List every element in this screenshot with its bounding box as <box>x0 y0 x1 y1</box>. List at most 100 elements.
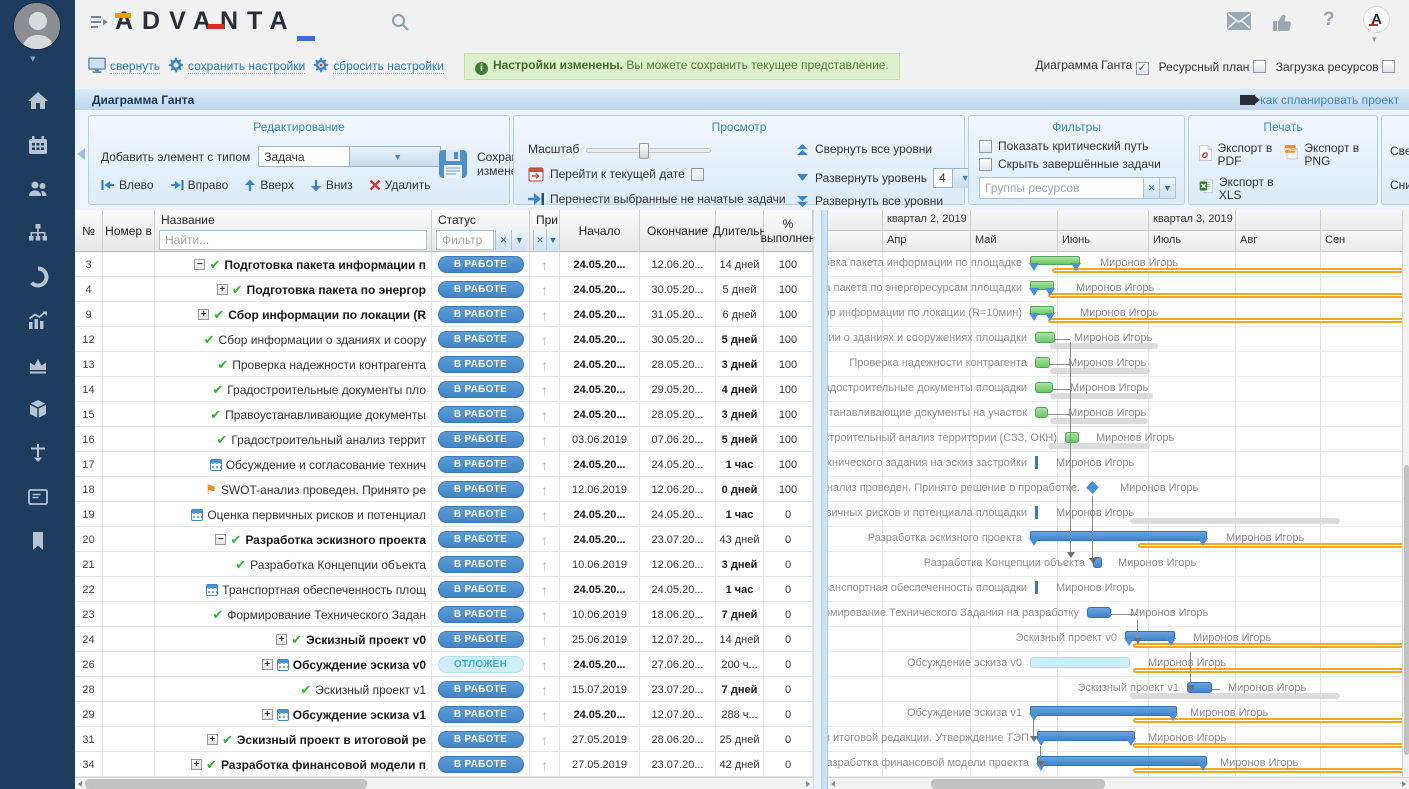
account-avatar[interactable]: A <box>1363 6 1390 33</box>
hide-done-checkbox[interactable] <box>979 158 992 171</box>
resource-load-checkbox[interactable] <box>1382 60 1395 73</box>
status-badge[interactable]: В РАБОТЕ <box>438 581 524 598</box>
gantt-bar[interactable] <box>1035 407 1048 418</box>
thumbs-up-icon[interactable] <box>1272 12 1294 35</box>
table-row[interactable]: 14✔Градостроительные документы плоВ РАБО… <box>75 377 813 402</box>
col-header-name[interactable]: Название Найти... <box>155 210 432 252</box>
slider-thumb[interactable] <box>639 143 649 159</box>
gantt-bar[interactable] <box>1030 657 1130 668</box>
task-name-cell[interactable]: +✔Подготовка пакета по энергор <box>155 277 432 302</box>
status-filter-input[interactable]: Фильтр <box>436 230 494 250</box>
gantt-hscrollbar[interactable] <box>828 777 1409 789</box>
table-row[interactable]: 29+Обсуждение эскиза v1В РАБОТЕ↑24.05.20… <box>75 702 813 727</box>
move-down-button[interactable]: Вниз <box>310 178 353 192</box>
task-name-cell[interactable]: ✔Эскизный проект v1 <box>155 677 432 702</box>
col-header-status[interactable]: Статус Фильтр ✕ ▼ <box>432 210 530 252</box>
table-hscrollbar[interactable] <box>75 777 813 789</box>
gantt-bar[interactable] <box>1037 731 1135 741</box>
task-name-cell[interactable]: ✔Разработка Концепции объекта <box>155 552 432 577</box>
gantt-bar[interactable] <box>1030 531 1207 541</box>
task-name-cell[interactable]: +✔Сбор информации по локации (R <box>155 302 432 327</box>
gantt-scroll-left-icon[interactable] <box>831 781 835 787</box>
col-header-num[interactable]: № <box>75 210 103 252</box>
move-unstarted-tasks-button[interactable]: Перенести выбранные не начатые задачи <box>528 192 786 206</box>
status-badge[interactable]: В РАБОТЕ <box>438 606 524 623</box>
status-badge[interactable]: В РАБОТЕ <box>438 356 524 373</box>
pane-splitter[interactable] <box>821 210 828 789</box>
gantt-bar[interactable] <box>1030 256 1080 265</box>
table-row[interactable]: 17Обсуждение и согласование техничВ РАБО… <box>75 452 813 477</box>
task-name-cell[interactable]: ✔Градостроительные документы пло <box>155 377 432 402</box>
status-badge[interactable]: В РАБОТЕ <box>438 381 524 398</box>
export-png-button[interactable]: PNG Экспорт в PNG <box>1284 142 1369 168</box>
save-settings-link[interactable]: сохранить настройки <box>188 59 305 74</box>
critical-path-checkbox[interactable] <box>979 140 992 153</box>
task-name-cell[interactable]: Оценка первичных рисков и потенциал <box>155 502 432 527</box>
table-row[interactable]: 15✔Правоустанавливающие документыВ РАБОТ… <box>75 402 813 427</box>
resource-groups-input[interactable]: Группы ресурсов ✕▼ <box>979 177 1176 199</box>
advanta-logo[interactable]: ADVANTA <box>115 7 297 36</box>
gantt-bar[interactable] <box>1030 281 1054 290</box>
milestone-pin-icon[interactable] <box>25 440 51 466</box>
gantt-bar[interactable] <box>1035 382 1053 393</box>
status-badge[interactable]: В РАБОТЕ <box>438 556 524 573</box>
collapse-toggle[interactable]: − <box>194 259 205 270</box>
indent-button[interactable]: Вправо <box>170 178 229 192</box>
task-name-cell[interactable]: ✔Формирование Технического Задан <box>155 602 432 627</box>
task-name-cell[interactable]: +✔Эскизный проект в итоговой ре <box>155 727 432 752</box>
filter-chevron-icon[interactable]: ▼ <box>1159 178 1175 198</box>
col-header-duration[interactable]: Длительн <box>716 210 764 252</box>
scroll-left-icon[interactable] <box>78 781 82 787</box>
table-row[interactable]: 26+Обсуждение эскиза v0ОТЛОЖЕН↑24.05.20.… <box>75 652 813 677</box>
menu-hamburger-icon[interactable] <box>89 13 109 34</box>
users-icon[interactable] <box>25 176 51 202</box>
status-badge[interactable]: В РАБОТЕ <box>438 431 524 448</box>
task-name-cell[interactable]: +Обсуждение эскиза v0 <box>155 652 432 677</box>
table-row[interactable]: 16✔Градостроительный анализ территВ РАБО… <box>75 427 813 452</box>
status-badge[interactable]: В РАБОТЕ <box>438 406 524 423</box>
col-header-percent[interactable]: % выполнен <box>764 210 813 252</box>
task-name-cell[interactable]: Транспортная обеспеченность площ <box>155 577 432 602</box>
status-badge[interactable]: В РАБОТЕ <box>438 506 524 523</box>
task-name-cell[interactable]: ✔Градостроительный анализ террит <box>155 427 432 452</box>
table-row[interactable]: 4+✔Подготовка пакета по энергорВ РАБОТЕ↑… <box>75 277 813 302</box>
status-filter-clear-icon[interactable]: ✕ <box>495 230 511 250</box>
delete-button[interactable]: Удалить <box>369 178 431 192</box>
status-badge[interactable]: В РАБОТЕ <box>438 481 524 498</box>
task-name-cell[interactable]: −✔Разработка эскизного проекта <box>155 527 432 552</box>
col-header-priority[interactable]: При ✕ ▼ <box>530 210 560 252</box>
table-row[interactable]: 18⚑SWOT-анализ проведен. Принято реВ РАБ… <box>75 477 813 502</box>
status-badge[interactable]: В РАБОТЕ <box>438 331 524 348</box>
cube-icon[interactable] <box>25 396 51 422</box>
element-type-select[interactable]: Задача▼ <box>258 146 441 167</box>
account-chevron-down-icon[interactable]: ▾ <box>1372 34 1377 45</box>
donut-chart-icon[interactable] <box>25 264 51 290</box>
status-badge[interactable]: В РАБОТЕ <box>438 706 524 723</box>
gantt-bar[interactable] <box>1125 631 1175 641</box>
status-badge[interactable]: В РАБОТЕ <box>438 456 524 473</box>
collapse-toggle[interactable]: − <box>215 534 226 545</box>
col-header-code[interactable]: Номер в <box>103 210 155 252</box>
search-icon[interactable] <box>390 12 410 35</box>
clear-filter-icon[interactable]: ✕ <box>1143 178 1159 198</box>
table-row[interactable]: 13✔Проверка надежности контрагентаВ РАБО… <box>75 352 813 377</box>
bookmark-icon[interactable] <box>25 528 51 554</box>
task-name-cell[interactable]: ✔Правоустанавливающие документы <box>155 402 432 427</box>
card-icon[interactable] <box>25 484 51 510</box>
name-search-input[interactable]: Найти... <box>159 230 427 250</box>
task-name-cell[interactable]: ⚑SWOT-анализ проведен. Принято ре <box>155 477 432 502</box>
expand-all-levels-button[interactable]: Развернуть все уровни <box>796 194 943 208</box>
select-chevron-icon[interactable]: ▼ <box>349 147 440 166</box>
table-row[interactable]: 20−✔Разработка эскизного проектаВ РАБОТЕ… <box>75 527 813 552</box>
org-structure-icon[interactable] <box>25 220 51 246</box>
home-icon[interactable] <box>25 88 51 114</box>
collapse-all-levels-button[interactable]: Свернуть все уровни <box>796 142 932 156</box>
table-scroll-strip[interactable] <box>813 210 821 789</box>
export-xls-button[interactable]: Экспорт в XLS <box>1199 176 1279 202</box>
avatar-chevron-down-icon[interactable]: ▾ <box>30 52 36 65</box>
table-row[interactable]: 19Оценка первичных рисков и потенциалВ Р… <box>75 502 813 527</box>
table-row[interactable]: 23✔Формирование Технического ЗаданВ РАБО… <box>75 602 813 627</box>
gantt-bar[interactable] <box>1035 357 1050 368</box>
expand-toggle[interactable]: + <box>198 309 209 320</box>
table-row[interactable]: 21✔Разработка Концепции объектаВ РАБОТЕ↑… <box>75 552 813 577</box>
